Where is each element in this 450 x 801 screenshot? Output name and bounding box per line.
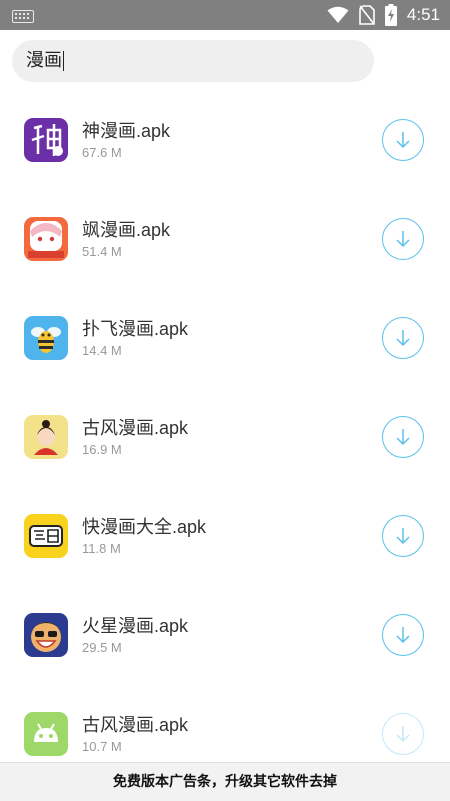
- download-button[interactable]: [382, 515, 424, 557]
- status-bar: 4:51: [0, 0, 450, 30]
- download-button[interactable]: [382, 713, 424, 755]
- list-item[interactable]: 飒漫画.apk 51.4 M: [0, 189, 450, 288]
- wifi-icon: [327, 6, 349, 23]
- download-button[interactable]: [382, 317, 424, 359]
- file-name: 火星漫画.apk: [82, 616, 189, 636]
- file-name: 扑飞漫画.apk: [82, 319, 189, 339]
- search-input[interactable]: 漫画: [12, 40, 374, 82]
- clock-time: 4:51: [406, 5, 440, 24]
- download-arrow-icon: [396, 528, 410, 545]
- file-size: 11.8 M: [82, 541, 121, 556]
- download-arrow-icon: [396, 726, 410, 743]
- file-size: 16.9 M: [82, 442, 122, 457]
- kuai-manhua-app-icon: [24, 514, 68, 558]
- file-size: 14.4 M: [82, 343, 122, 358]
- file-name: 飒漫画.apk: [82, 220, 171, 240]
- file-name: 古风漫画.apk: [82, 418, 189, 438]
- file-name: 快漫画大全.apk: [82, 517, 207, 537]
- file-size: 51.4 M: [82, 244, 122, 259]
- shen-manhua-app-icon: [24, 118, 68, 162]
- android-app-icon: [24, 712, 68, 756]
- battery-charging-icon: [384, 4, 397, 26]
- pufei-manhua-app-icon: [24, 316, 68, 360]
- download-button[interactable]: [382, 416, 424, 458]
- list-item[interactable]: 扑飞漫画.apk 14.4 M: [0, 288, 450, 387]
- download-arrow-icon: [396, 429, 410, 446]
- sa-manhua-app-icon: [24, 217, 68, 261]
- download-button[interactable]: [382, 119, 424, 161]
- text-cursor: [63, 51, 64, 71]
- download-arrow-icon: [396, 330, 410, 347]
- ad-banner-text: 免费版本广告条，升级其它软件去掉: [113, 774, 337, 790]
- gufeng-manhua-app-icon: [24, 415, 68, 459]
- ad-banner[interactable]: 免费版本广告条，升级其它软件去掉: [0, 762, 450, 801]
- file-name: 神漫画.apk: [82, 121, 171, 141]
- file-size: 67.6 M: [82, 145, 122, 160]
- file-size: 29.5 M: [82, 640, 122, 655]
- keyboard-icon: [12, 10, 34, 23]
- list-item[interactable]: 火星漫画.apk 29.5 M: [0, 585, 450, 684]
- download-button[interactable]: [382, 218, 424, 260]
- download-arrow-icon: [396, 627, 410, 644]
- no-sim-icon: [359, 5, 375, 25]
- download-button[interactable]: [382, 614, 424, 656]
- list-item[interactable]: 古风漫画.apk 16.9 M: [0, 387, 450, 486]
- file-size: 10.7 M: [82, 739, 122, 754]
- huoxing-manhua-app-icon: [24, 613, 68, 657]
- search-query-text: 漫画: [26, 50, 62, 71]
- download-arrow-icon: [396, 231, 410, 248]
- file-name: 古风漫画.apk: [82, 715, 189, 735]
- list-item[interactable]: 快漫画大全.apk 11.8 M: [0, 486, 450, 585]
- download-arrow-icon: [396, 132, 410, 149]
- list-item[interactable]: 神漫画.apk 67.6 M: [0, 90, 450, 189]
